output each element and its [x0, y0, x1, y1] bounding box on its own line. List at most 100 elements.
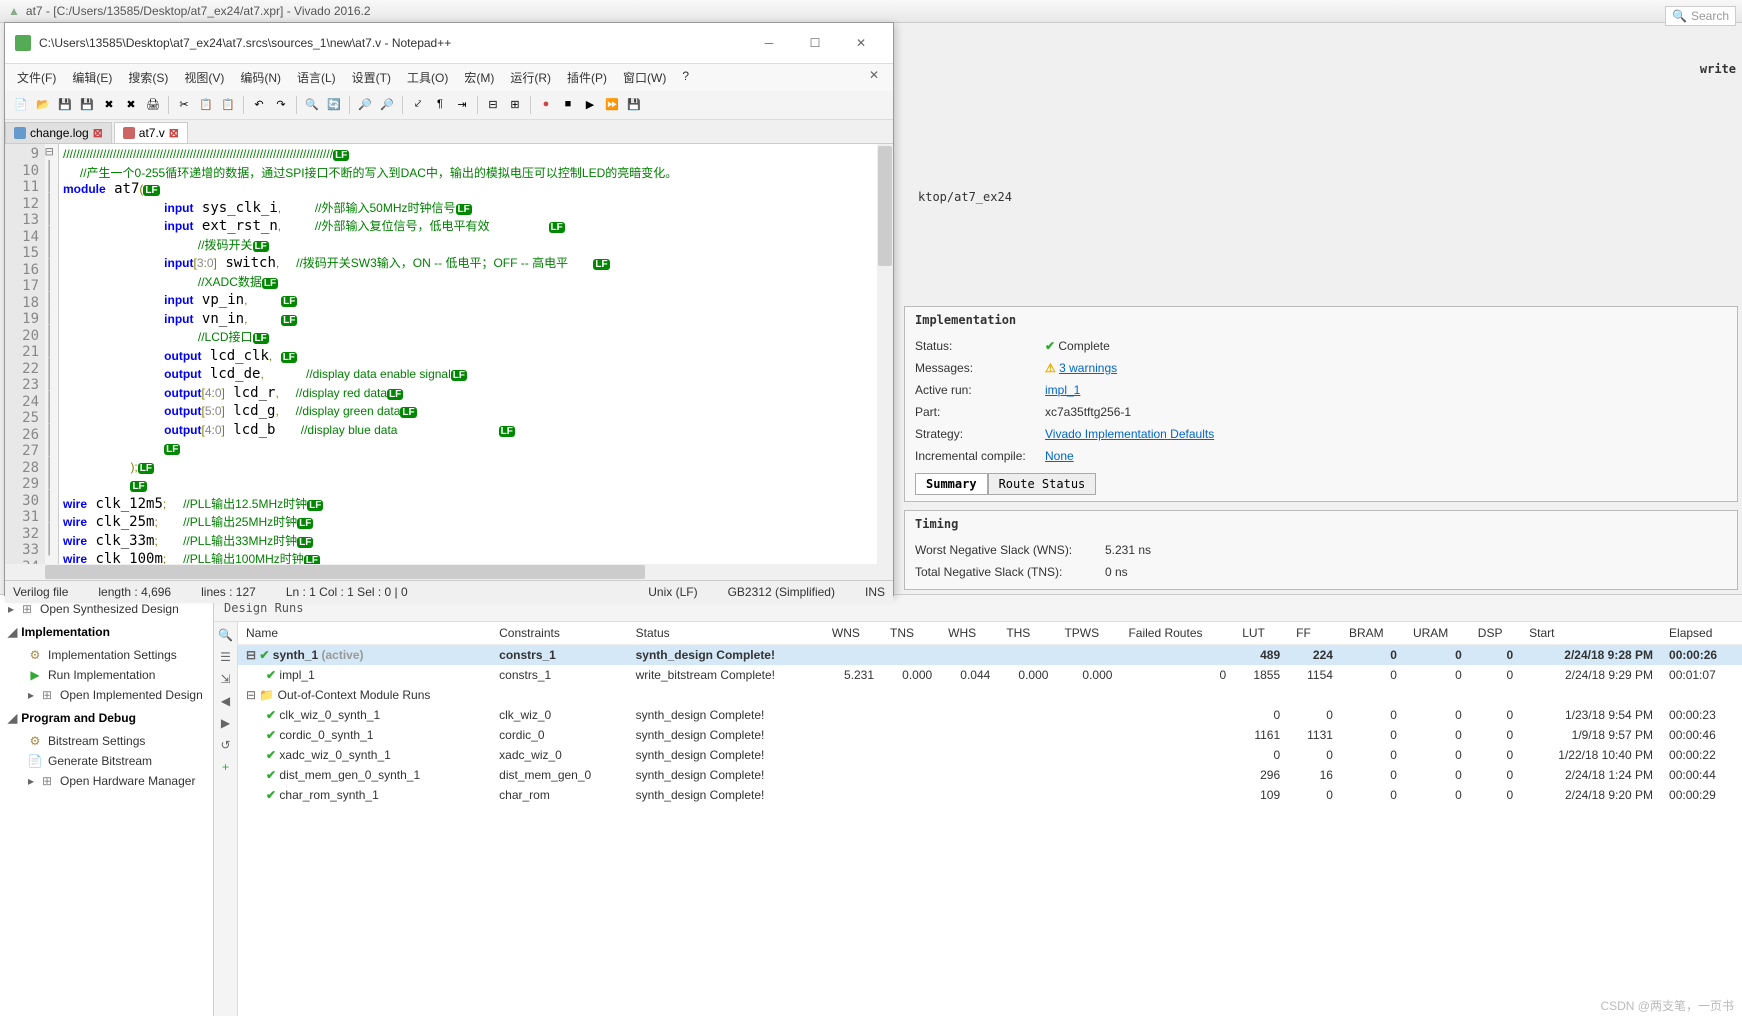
record-icon[interactable]: ●	[536, 94, 556, 114]
scrollbar-thumb[interactable]	[45, 565, 645, 579]
flow-run-impl[interactable]: ▶Run Implementation	[4, 665, 209, 685]
column-header[interactable]: WNS	[824, 622, 882, 645]
zoom-out-icon[interactable]: 🔎	[377, 94, 397, 114]
column-header[interactable]: Status	[628, 622, 824, 645]
column-header[interactable]: FF	[1288, 622, 1341, 645]
table-row[interactable]: ✔ impl_1constrs_1write_bitstream Complet…	[238, 665, 1742, 685]
column-header[interactable]: Constraints	[491, 622, 627, 645]
add-icon[interactable]: +	[217, 758, 235, 776]
table-row[interactable]: ⊟ 📁 Out-of-Context Module Runs	[238, 685, 1742, 705]
flow-gen-bitstream[interactable]: 📄Generate Bitstream	[4, 751, 209, 771]
menu-item[interactable]: 编码(N)	[234, 66, 287, 89]
impl-activerun-link[interactable]: impl_1	[1045, 383, 1080, 397]
column-header[interactable]: URAM	[1405, 622, 1470, 645]
npp-title-bar[interactable]: C:\Users\13585\Desktop\at7_ex24\at7.srcs…	[5, 23, 893, 64]
reset-icon[interactable]: ↺	[217, 736, 235, 754]
indent-icon[interactable]: ⇥	[452, 94, 472, 114]
fold-gutter[interactable]: ⊟ │ │ │ │ │ │ │ │ │ │ │ │ │ │ │ │ │ │ │ …	[45, 144, 59, 564]
cut-icon[interactable]: ✂	[174, 94, 194, 114]
print-icon[interactable]: 🖨	[143, 94, 163, 114]
column-header[interactable]: TNS	[882, 622, 940, 645]
new-file-icon[interactable]: 📄	[11, 94, 31, 114]
impl-messages-link[interactable]: 3 warnings	[1059, 361, 1117, 375]
impl-incremental-link[interactable]: None	[1045, 449, 1074, 463]
show-chars-icon[interactable]: ¶	[430, 94, 450, 114]
undo-icon[interactable]: ↶	[249, 94, 269, 114]
column-header[interactable]: BRAM	[1341, 622, 1405, 645]
table-row[interactable]: ✔ cordic_0_synth_1cordic_0synth_design C…	[238, 725, 1742, 745]
open-file-icon[interactable]: 📂	[33, 94, 53, 114]
expand-icon[interactable]: ⇲	[217, 670, 235, 688]
menu-item[interactable]: 视图(V)	[178, 66, 230, 89]
code-content[interactable]: ////////////////////////////////////////…	[59, 144, 893, 564]
fast-icon[interactable]: ⏩	[602, 94, 622, 114]
menu-item[interactable]: 编辑(E)	[66, 66, 118, 89]
tab-summary[interactable]: Summary	[915, 473, 988, 495]
menu-item[interactable]: 语言(L)	[291, 66, 342, 89]
flow-open-impl[interactable]: ▸⊞Open Implemented Design	[4, 685, 209, 705]
menu-item[interactable]: ?	[676, 66, 695, 89]
column-header[interactable]: Start	[1521, 622, 1661, 645]
table-row[interactable]: ✔ xadc_wiz_0_synth_1xadc_wiz_0synth_desi…	[238, 745, 1742, 765]
close-icon[interactable]: ✖	[99, 94, 119, 114]
table-row[interactable]: ✔ clk_wiz_0_synth_1clk_wiz_0synth_design…	[238, 705, 1742, 725]
horizontal-scrollbar[interactable]	[5, 564, 893, 580]
unfold-icon[interactable]: ⊞	[505, 94, 525, 114]
tab-close-icon[interactable]: ⊠	[93, 126, 103, 140]
menu-item[interactable]: 搜索(S)	[122, 66, 174, 89]
search-icon[interactable]: 🔍	[217, 626, 235, 644]
menu-item[interactable]: 设置(T)	[346, 66, 397, 89]
save-macro-icon[interactable]: 💾	[624, 94, 644, 114]
zoom-in-icon[interactable]: 🔎	[355, 94, 375, 114]
stop-icon[interactable]: ■	[558, 94, 578, 114]
maximize-button[interactable]: ☐	[793, 29, 837, 57]
column-header[interactable]: LUT	[1234, 622, 1288, 645]
flow-bitstream-settings[interactable]: ⚙Bitstream Settings	[4, 731, 209, 751]
play-macro-icon[interactable]: ▶	[580, 94, 600, 114]
flow-impl-settings[interactable]: ⚙Implementation Settings	[4, 645, 209, 665]
redo-icon[interactable]: ↷	[271, 94, 291, 114]
next-icon[interactable]: ▶	[217, 714, 235, 732]
flow-open-hw[interactable]: ▸⊞Open Hardware Manager	[4, 771, 209, 791]
paste-icon[interactable]: 📋	[218, 94, 238, 114]
wrap-icon[interactable]: ⤦	[408, 94, 428, 114]
minimize-button[interactable]: ─	[747, 29, 791, 57]
prev-icon[interactable]: ◀	[217, 692, 235, 710]
copy-icon[interactable]: 📋	[196, 94, 216, 114]
column-header[interactable]: WHS	[940, 622, 998, 645]
menu-item[interactable]: 宏(M)	[458, 66, 500, 89]
table-row[interactable]: ✔ dist_mem_gen_0_synth_1dist_mem_gen_0sy…	[238, 765, 1742, 785]
column-header[interactable]: Failed Routes	[1120, 622, 1234, 645]
filter-icon[interactable]: ☰	[217, 648, 235, 666]
column-header[interactable]: TPWS	[1056, 622, 1120, 645]
close-all-icon[interactable]: ✖	[121, 94, 141, 114]
column-header[interactable]: THS	[998, 622, 1056, 645]
replace-icon[interactable]: 🔄	[324, 94, 344, 114]
menu-item[interactable]: 工具(O)	[401, 66, 454, 89]
find-icon[interactable]: 🔍	[302, 94, 322, 114]
tab-close-icon[interactable]: ⊠	[169, 126, 179, 140]
table-row[interactable]: ✔ char_rom_synth_1char_romsynth_design C…	[238, 785, 1742, 805]
design-runs-table[interactable]: NameConstraintsStatusWNSTNSWHSTHSTPWSFai…	[238, 622, 1742, 1016]
table-row[interactable]: ⊟ ✔ synth_1 (active)constrs_1synth_desig…	[238, 645, 1742, 666]
flow-impl-header[interactable]: ◢Implementation	[4, 619, 209, 645]
save-icon[interactable]: 💾	[55, 94, 75, 114]
editor-tab[interactable]: change.log⊠	[5, 122, 112, 143]
menu-item[interactable]: 文件(F)	[11, 66, 62, 89]
tab-route-status[interactable]: Route Status	[988, 473, 1097, 495]
flow-prog-header[interactable]: ◢Program and Debug	[4, 705, 209, 731]
vertical-scrollbar[interactable]	[877, 144, 893, 564]
fold-icon[interactable]: ⊟	[483, 94, 503, 114]
column-header[interactable]: Name	[238, 622, 491, 645]
menubar-close-icon[interactable]: ✕	[861, 66, 887, 89]
editor-tab[interactable]: at7.v⊠	[114, 122, 188, 143]
menu-item[interactable]: 窗口(W)	[617, 66, 672, 89]
scrollbar-thumb[interactable]	[878, 146, 892, 266]
menu-item[interactable]: 运行(R)	[504, 66, 557, 89]
column-header[interactable]: Elapsed	[1661, 622, 1742, 645]
column-header[interactable]: DSP	[1470, 622, 1521, 645]
menu-item[interactable]: 插件(P)	[561, 66, 613, 89]
impl-strategy-link[interactable]: Vivado Implementation Defaults	[1045, 427, 1214, 441]
save-all-icon[interactable]: 💾	[77, 94, 97, 114]
code-editor[interactable]: 9 10 11 12 13 14 15 16 17 18 19 20 21 22…	[5, 144, 893, 564]
